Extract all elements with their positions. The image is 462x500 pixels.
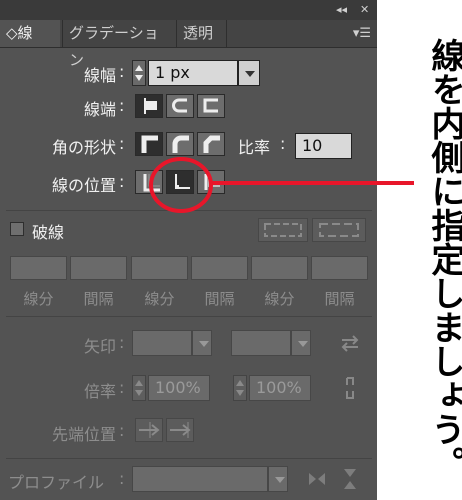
callout-text: 線を内側に指定しましょう。 xyxy=(425,38,462,480)
highlight-circle xyxy=(149,157,213,213)
annotation-overlay xyxy=(149,157,414,213)
